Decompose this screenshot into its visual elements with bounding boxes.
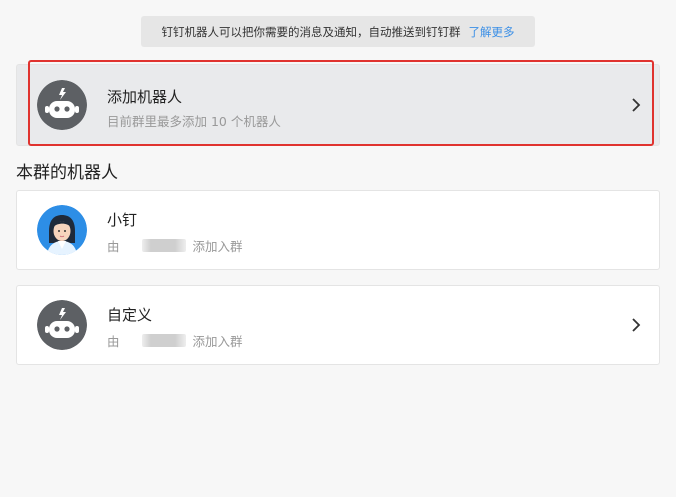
- robot-name: 小钉: [107, 211, 138, 229]
- assistant-avatar: [37, 205, 87, 255]
- added-by-prefix: 由: [107, 239, 120, 254]
- robot-icon: [37, 300, 87, 350]
- added-by-suffix: 添加入群: [192, 334, 243, 349]
- chevron-right-icon: [632, 318, 641, 332]
- add-robot-title: 添加机器人: [107, 88, 183, 106]
- redacted-username: [141, 239, 186, 252]
- robot-added-by: 由 添加入群: [107, 331, 243, 350]
- add-robot-row[interactable]: 添加机器人 目前群里最多添加 10 个机器人: [16, 64, 660, 146]
- add-robot-subtitle: 目前群里最多添加 10 个机器人: [107, 114, 281, 129]
- robot-name: 自定义: [107, 306, 153, 324]
- redacted-username: [141, 334, 186, 347]
- info-notice: 钉钉机器人可以把你需要的消息及通知，自动推送到钉钉群 了解更多: [141, 16, 535, 47]
- robot-row-xiaoding[interactable]: 小钉 由 添加入群: [16, 190, 660, 270]
- robot-added-by: 由 添加入群: [107, 236, 243, 255]
- added-by-suffix: 添加入群: [192, 239, 243, 254]
- robot-row-custom[interactable]: 自定义 由 添加入群: [16, 285, 660, 365]
- notice-text: 钉钉机器人可以把你需要的消息及通知，自动推送到钉钉群: [161, 24, 461, 39]
- chevron-right-icon: [632, 98, 641, 112]
- learn-more-link[interactable]: 了解更多: [469, 24, 515, 40]
- robot-icon: [37, 80, 87, 130]
- section-title: 本群的机器人: [16, 163, 118, 183]
- added-by-prefix: 由: [107, 334, 120, 349]
